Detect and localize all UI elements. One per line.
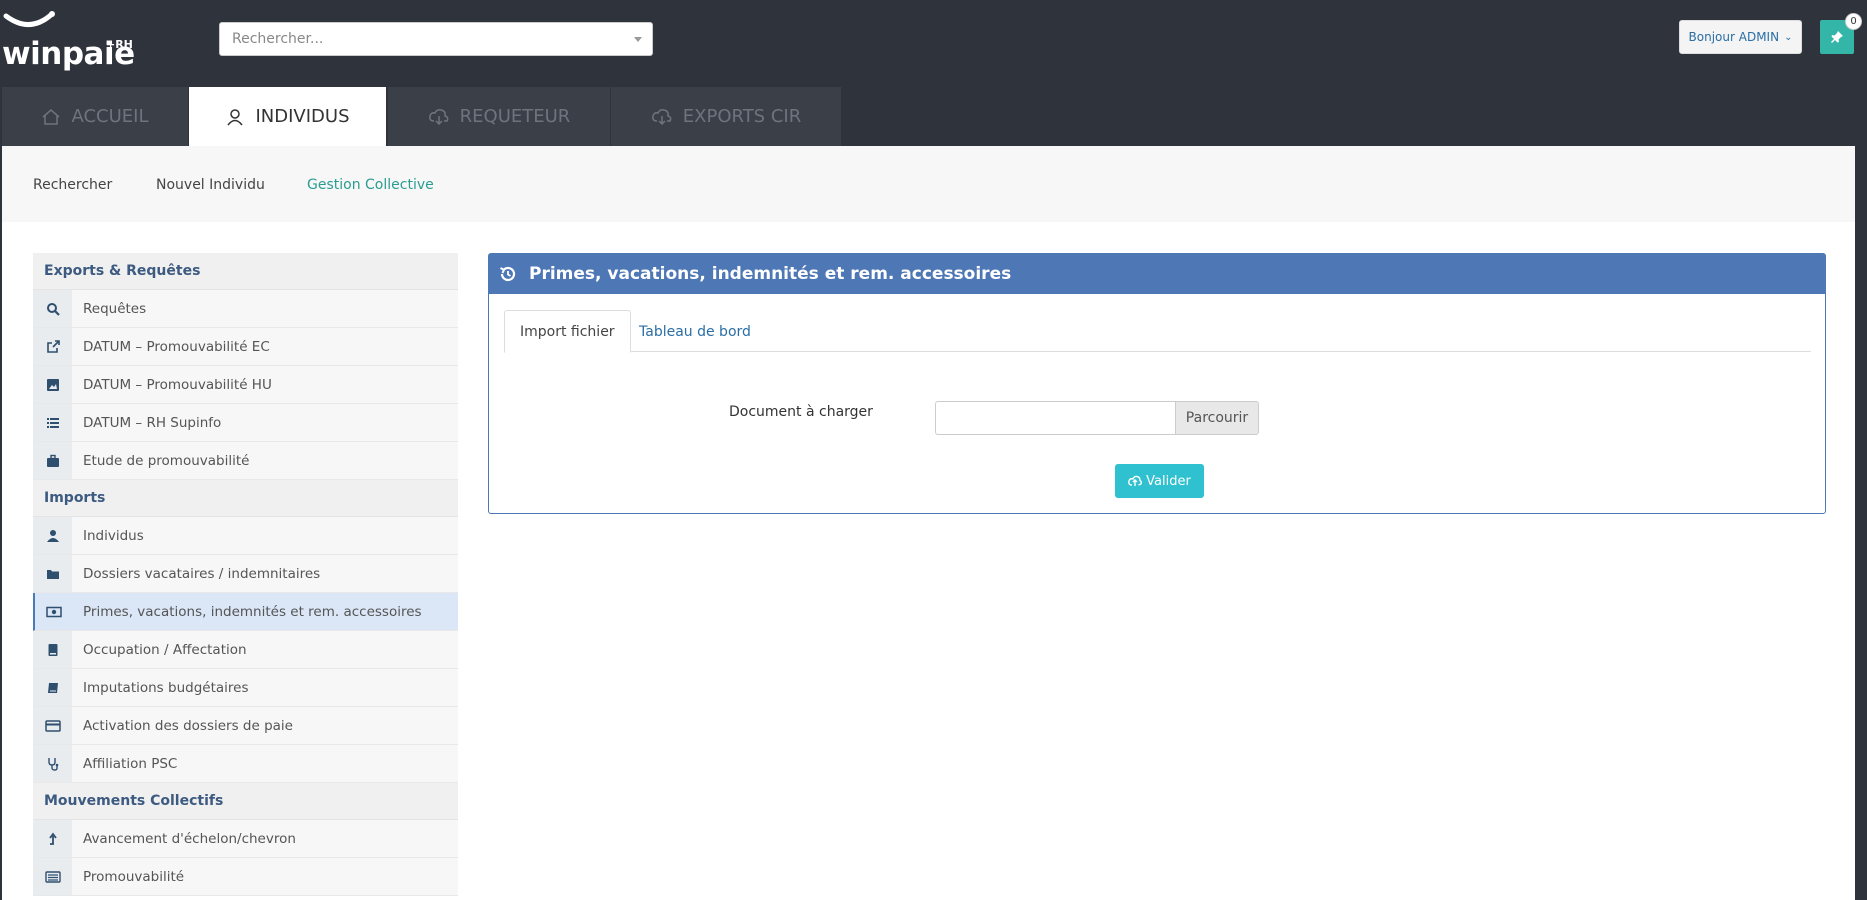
pin-count-badge: 0 [1845,13,1862,30]
notebook-icon [33,669,72,706]
sidebar-item-label: DATUM – Promouvabilité HU [83,376,272,393]
sidebar-item-label: Primes, vacations, indemnités et rem. ac… [83,603,422,620]
winpaie-logo[interactable]: winpaie +RH [2,10,142,72]
global-search[interactable] [219,22,653,56]
sidebar-item-label: Activation des dossiers de paie [83,717,293,734]
cloud-upload-icon [1128,475,1143,486]
tab-individus[interactable]: INDIVIDUS [189,87,386,146]
chevron-down-icon[interactable] [634,37,642,42]
sidebar-item-occupation[interactable]: Occupation / Affectation [33,631,458,669]
tab-exports-cir[interactable]: EXPORTS CIR [611,87,841,146]
panel-title: Primes, vacations, indemnités et rem. ac… [529,264,1012,284]
subnav-rechercher[interactable]: Rechercher [33,177,112,193]
arrow-up-icon [33,820,72,857]
main-content: Rechercher Nouvel Individu Gestion Colle… [2,146,1855,900]
import-panel: Primes, vacations, indemnités et rem. ac… [488,253,1826,514]
sidebar-item-label: Dossiers vacataires / indemnitaires [83,565,321,582]
user-menu-label: Bonjour ADMIN [1688,30,1780,44]
sidebar-item-label: Requêtes [83,300,147,317]
search-input[interactable] [232,23,612,55]
brand-suffix: +RH [106,38,133,51]
book-icon [33,631,72,668]
tab-label: INDIVIDUS [255,106,350,127]
tab-label: REQUETEUR [459,106,571,127]
sidebar-item-individus[interactable]: Individus [33,517,458,555]
sidebar-item-affiliation-psc[interactable]: Affiliation PSC [33,745,458,783]
money-icon [35,593,72,630]
smile-logo-icon [3,11,55,27]
panel-header: Primes, vacations, indemnités et rem. ac… [489,254,1825,294]
browse-button[interactable]: Parcourir [1175,401,1259,435]
subnav-nouvel-individu[interactable]: Nouvel Individu [156,177,265,193]
sidebar: Exports & Requêtes Requêtes DATUM – Prom… [33,253,458,896]
sidebar-item-label: Individus [83,527,144,544]
submit-button[interactable]: Valider [1115,464,1204,498]
tab-import-fichier[interactable]: Import fichier [504,310,631,353]
sidebar-item-requetes[interactable]: Requêtes [33,290,458,328]
subnav-gestion-collective[interactable]: Gestion Collective [307,177,434,193]
cloud-download-icon [428,108,449,125]
sidebar-item-datum-ec[interactable]: DATUM – Promouvabilité EC [33,328,458,366]
sidebar-item-label: Imputations budgétaires [83,679,249,696]
sidebar-item-avancement[interactable]: Avancement d'échelon/chevron [33,820,458,858]
tab-requeteur[interactable]: REQUETEUR [388,87,610,146]
sidebar-item-datum-hu[interactable]: DATUM – Promouvabilité HU [33,366,458,404]
sidebar-item-label: Occupation / Affectation [83,641,247,658]
tab-tableau-de-bord[interactable]: Tableau de bord [624,310,766,353]
sidebar-item-label: DATUM – Promouvabilité EC [83,338,270,355]
sidebar-item-label: DATUM – RH Supinfo [83,414,222,431]
user-icon [227,108,244,125]
top-bar: winpaie +RH Bonjour ADMIN ⌄ 0 ACCUEIL IN… [0,0,1867,146]
sidebar-item-datum-rh[interactable]: DATUM – RH Supinfo [33,404,458,442]
sidebar-item-label: Avancement d'échelon/chevron [83,830,296,847]
list-icon [33,404,72,441]
sidebar-item-label: Etude de promouvabilité [83,452,250,469]
briefcase-icon [33,442,72,479]
pin-icon [1831,31,1843,43]
external-link-icon [33,328,72,365]
tab-label: ACCUEIL [71,106,149,127]
sidebar-item-promouvabilite[interactable]: Promouvabilité [33,858,458,896]
sidebar-group-exports: Exports & Requêtes [33,253,458,290]
sidebar-item-etude-promouvabilite[interactable]: Etude de promouvabilité [33,442,458,480]
credit-card-icon [33,707,72,744]
sidebar-item-imputations[interactable]: Imputations budgétaires [33,669,458,707]
sidebar-item-label: Affiliation PSC [83,755,178,772]
chevron-down-icon: ⌄ [1784,31,1793,43]
sidebar-item-primes[interactable]: Primes, vacations, indemnités et rem. ac… [33,593,458,631]
sub-navigation: Rechercher Nouvel Individu Gestion Colle… [2,146,1855,222]
user-menu-button[interactable]: Bonjour ADMIN ⌄ [1679,20,1802,54]
user-icon [33,517,72,554]
sidebar-item-activation[interactable]: Activation des dossiers de paie [33,707,458,745]
sidebar-item-dossiers-vacataires[interactable]: Dossiers vacataires / indemnitaires [33,555,458,593]
history-icon [500,266,516,282]
home-icon [42,108,60,125]
cloud-download-icon [651,108,672,125]
tab-label: EXPORTS CIR [682,106,802,127]
search-icon [33,290,72,327]
sidebar-group-imports: Imports [33,480,458,517]
folder-icon [33,555,72,592]
file-path-field[interactable] [935,401,1175,435]
image-icon [33,366,72,403]
document-label: Document à charger [729,404,873,420]
stethoscope-icon [33,745,72,782]
list-alt-icon [33,858,72,895]
submit-label: Valider [1146,473,1191,489]
sidebar-group-mouvements: Mouvements Collectifs [33,783,458,820]
sidebar-item-label: Promouvabilité [83,868,185,885]
panel-tabs: Import fichier Tableau de bord [504,310,1811,353]
tab-accueil[interactable]: ACCUEIL [2,87,188,146]
